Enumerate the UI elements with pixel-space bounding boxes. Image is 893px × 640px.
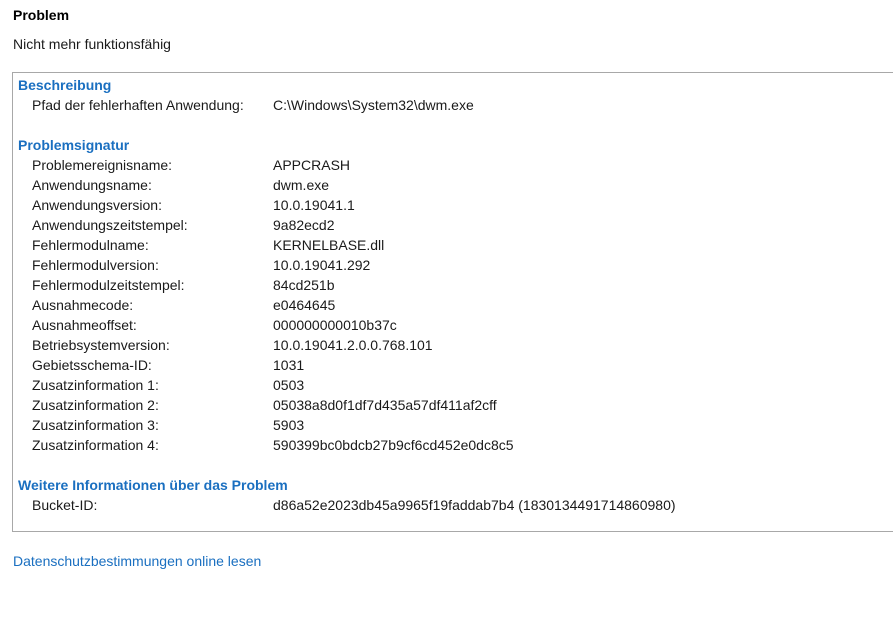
detail-label: Anwendungszeitstempel: bbox=[32, 217, 188, 233]
detail-label: Zusatzinformation 4: bbox=[32, 437, 159, 453]
detail-label: Ausnahmeoffset: bbox=[32, 317, 137, 333]
detail-value: d86a52e2023db45a9965f19faddab7b4 (183013… bbox=[273, 497, 676, 513]
detail-label: Pfad der fehlerhaften Anwendung: bbox=[32, 97, 244, 113]
detail-label: Fehlermodulzeitstempel: bbox=[32, 277, 185, 293]
detail-value: 10.0.19041.2.0.0.768.101 bbox=[273, 337, 433, 353]
detail-value: 1031 bbox=[273, 357, 305, 373]
detail-value: 9a82ecd2 bbox=[273, 217, 335, 233]
problem-status: Nicht mehr funktionsfähig bbox=[13, 36, 171, 52]
detail-value: 10.0.19041.1 bbox=[273, 197, 355, 213]
detail-label: Problemereignisname: bbox=[32, 157, 173, 173]
detail-value: 10.0.19041.292 bbox=[273, 257, 371, 273]
detail-label: Anwendungsversion: bbox=[32, 197, 162, 213]
signature-header: Problemsignatur bbox=[18, 137, 130, 153]
problem-report-page: Problem Nicht mehr funktionsfähig Beschr… bbox=[0, 0, 893, 640]
privacy-statement-link[interactable]: Datenschutzbestimmungen online lesen bbox=[13, 553, 261, 569]
detail-value: 590399bc0bdcb27b9cf6cd452e0dc8c5 bbox=[273, 437, 514, 453]
detail-value: 0503 bbox=[273, 377, 305, 393]
detail-value: e0464645 bbox=[273, 297, 336, 313]
detail-label: Zusatzinformation 2: bbox=[32, 397, 159, 413]
problem-details-panel[interactable]: Beschreibung Pfad der fehlerhaften Anwen… bbox=[12, 72, 893, 532]
detail-label: Fehlermodulname: bbox=[32, 237, 149, 253]
description-header: Beschreibung bbox=[18, 77, 112, 93]
detail-label: Anwendungsname: bbox=[32, 177, 152, 193]
detail-value: 000000000010b37c bbox=[273, 317, 397, 333]
detail-value: 05038a8d0f1df7d435a57df411af2cff bbox=[273, 397, 497, 413]
detail-value: APPCRASH bbox=[273, 157, 351, 173]
detail-label: Ausnahmecode: bbox=[32, 297, 134, 313]
detail-label: Betriebsystemversion: bbox=[32, 337, 170, 353]
problem-title: Problem bbox=[13, 7, 70, 23]
detail-value: C:\Windows\System32\dwm.exe bbox=[273, 97, 474, 113]
detail-label: Zusatzinformation 3: bbox=[32, 417, 159, 433]
detail-label: Gebietsschema-ID: bbox=[32, 357, 152, 373]
detail-value: dwm.exe bbox=[273, 177, 330, 193]
detail-value: 5903 bbox=[273, 417, 305, 433]
detail-value: 84cd251b bbox=[273, 277, 335, 293]
detail-value: KERNELBASE.dll bbox=[273, 237, 385, 253]
detail-label: Bucket-ID: bbox=[32, 497, 98, 513]
detail-label: Zusatzinformation 1: bbox=[32, 377, 159, 393]
more-info-header: Weitere Informationen über das Problem bbox=[18, 477, 288, 493]
detail-label: Fehlermodulversion: bbox=[32, 257, 159, 273]
